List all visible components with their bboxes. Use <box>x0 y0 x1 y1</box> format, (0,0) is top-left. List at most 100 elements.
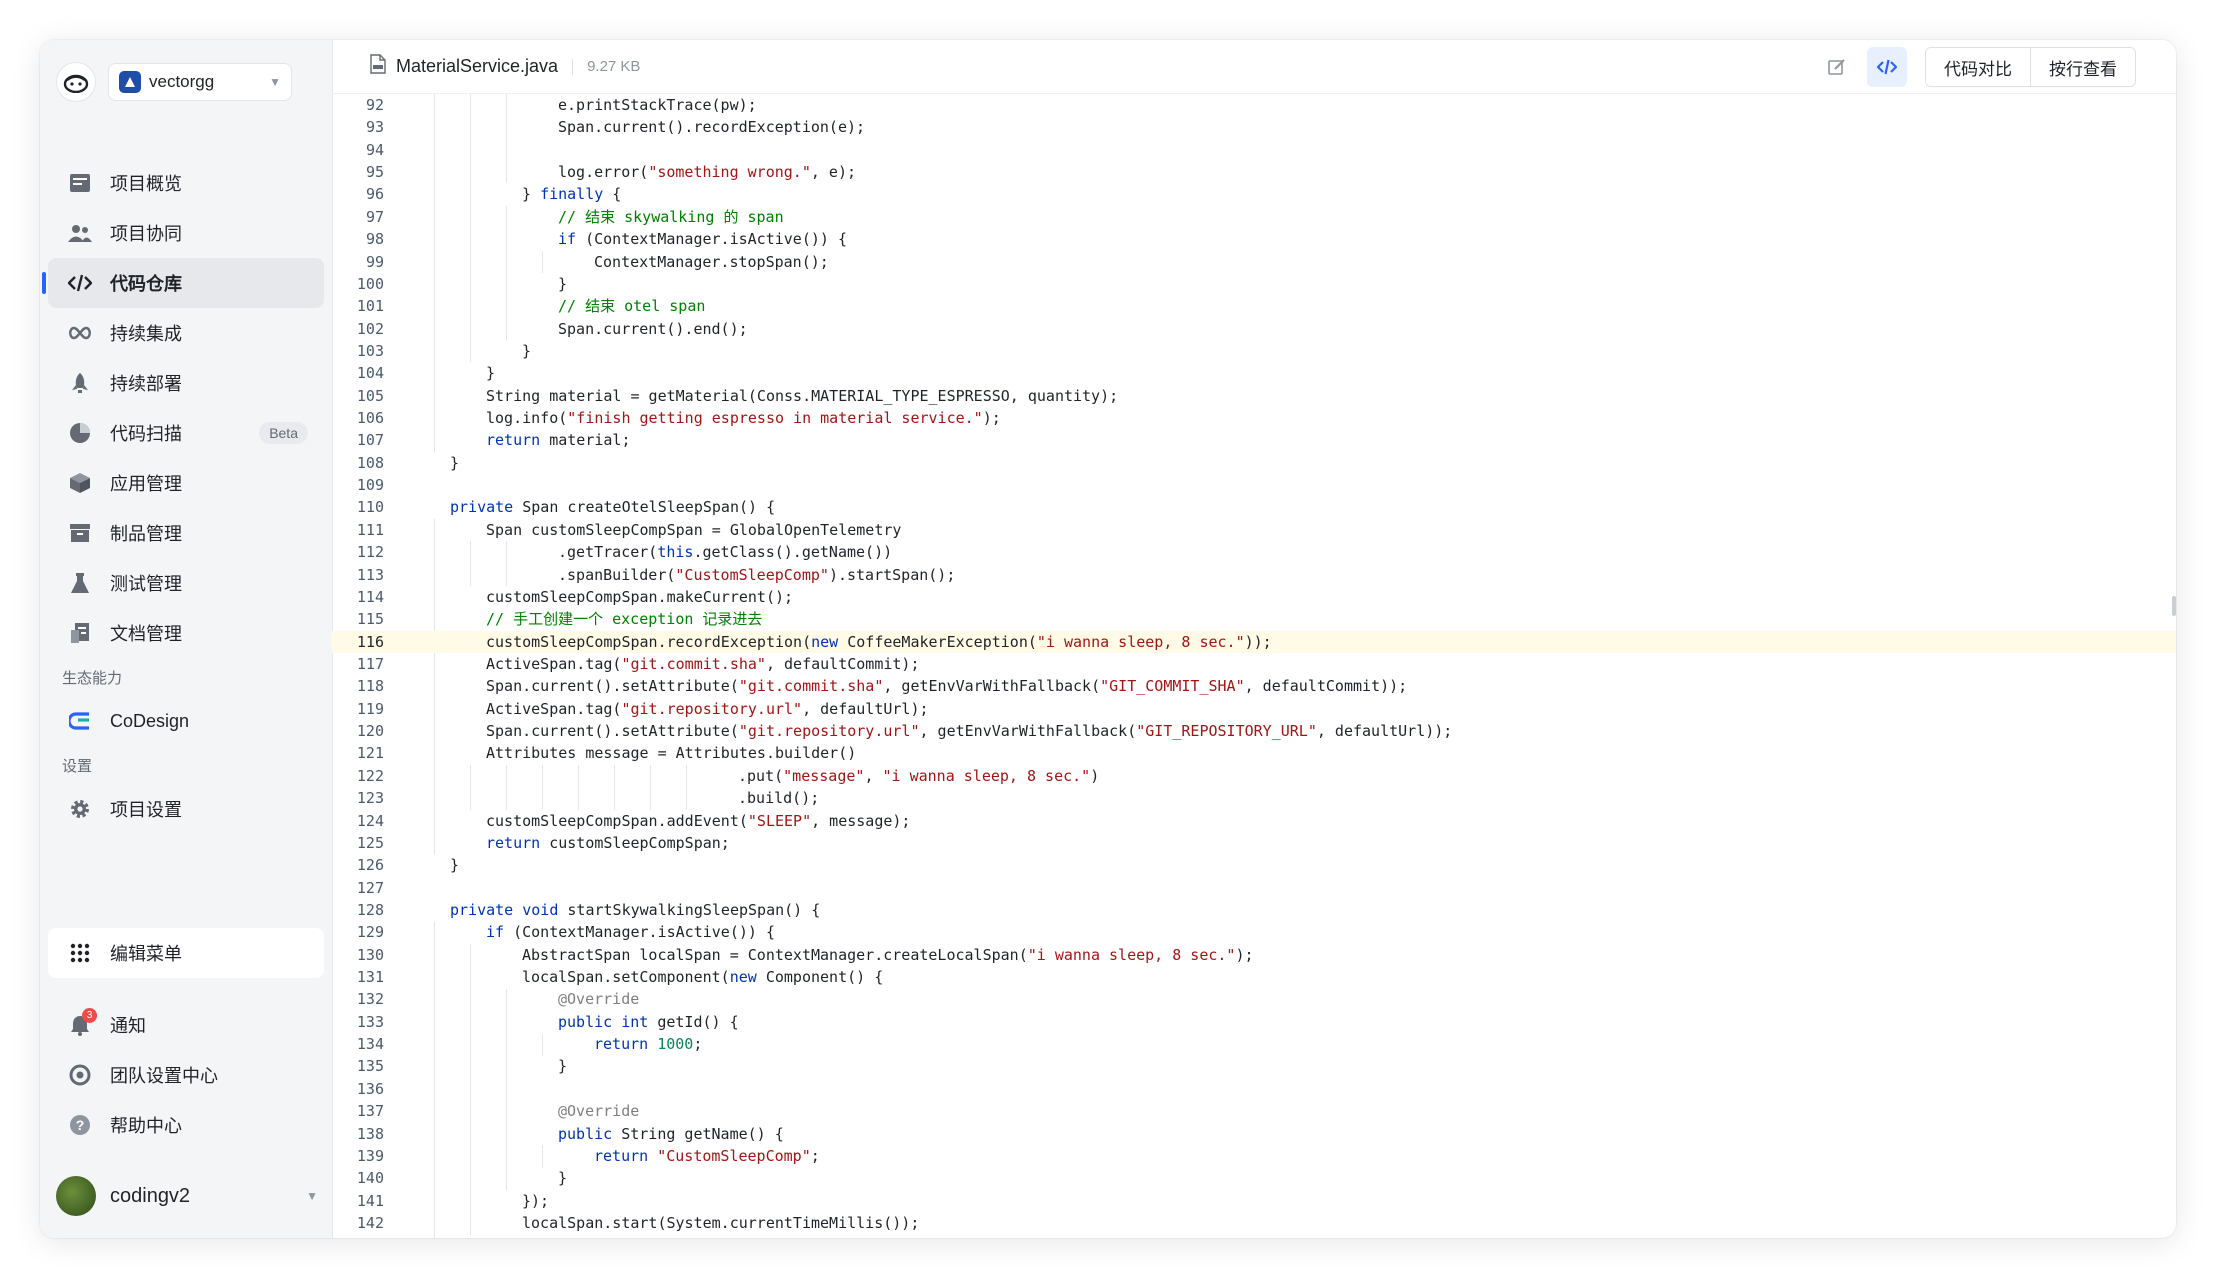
code-text: } <box>394 1234 495 1238</box>
code-token: int <box>621 1012 649 1031</box>
line-number[interactable]: 95 <box>332 161 394 183</box>
line-number[interactable]: 128 <box>332 899 394 921</box>
code-token: "i wanna sleep, 8 sec." <box>1036 632 1245 651</box>
sidebar-item-team-settings[interactable]: 团队设置中心 <box>48 1050 324 1100</box>
line-number[interactable]: 114 <box>332 586 394 608</box>
line-number[interactable]: 138 <box>332 1123 394 1145</box>
line-number[interactable]: 135 <box>332 1055 394 1077</box>
line-number[interactable]: 121 <box>332 742 394 764</box>
sidebar-item-cd[interactable]: 持续部署 <box>48 358 324 408</box>
line-number[interactable]: 99 <box>332 251 394 273</box>
sidebar-item-notifications[interactable]: 3 通知 <box>48 1000 324 1050</box>
line-number[interactable]: 113 <box>332 564 394 586</box>
line-number[interactable]: 116 <box>332 631 394 653</box>
code-text: } <box>394 452 459 474</box>
code-text: AbstractSpan localSpan = ContextManager.… <box>394 944 1254 966</box>
line-number[interactable]: 101 <box>332 295 394 317</box>
line-number[interactable]: 122 <box>332 765 394 787</box>
coding-logo-icon[interactable] <box>56 62 96 102</box>
line-number[interactable]: 124 <box>332 810 394 832</box>
code-line: 108} <box>332 452 2176 474</box>
line-number[interactable]: 125 <box>332 832 394 854</box>
code-token: material; <box>540 431 631 450</box>
code-token: .getClass().getName()) <box>693 543 893 562</box>
line-number[interactable]: 118 <box>332 675 394 697</box>
line-number[interactable]: 137 <box>332 1100 394 1122</box>
sidebar-item-collaboration[interactable]: 项目协同 <box>48 208 324 258</box>
code-token: Span.current().end(); <box>558 319 748 338</box>
sidebar-item-artifacts[interactable]: 制品管理 <box>48 508 324 558</box>
line-number[interactable]: 123 <box>332 787 394 809</box>
line-number[interactable]: 143 <box>332 1234 394 1238</box>
line-number[interactable]: 92 <box>332 94 394 116</box>
line-number[interactable]: 102 <box>332 318 394 340</box>
code-text: // 手工创建一个 exception 记录进去 <box>394 608 762 630</box>
line-number[interactable]: 141 <box>332 1190 394 1212</box>
scrollbar[interactable] <box>2172 596 2176 616</box>
line-number[interactable]: 139 <box>332 1145 394 1167</box>
line-number[interactable]: 127 <box>332 877 394 899</box>
code-token: customSleepCompSpan.addEvent( <box>486 811 748 830</box>
line-number[interactable]: 142 <box>332 1212 394 1234</box>
line-number[interactable]: 134 <box>332 1033 394 1055</box>
line-number[interactable]: 105 <box>332 385 394 407</box>
compare-button[interactable]: 代码对比 <box>1926 48 2030 86</box>
user-menu[interactable]: codingv2 ▼ <box>56 1174 318 1218</box>
code-line: 135} <box>332 1055 2176 1077</box>
line-number[interactable]: 132 <box>332 988 394 1010</box>
line-number[interactable]: 111 <box>332 519 394 541</box>
sidebar-item-app-management[interactable]: 应用管理 <box>48 458 324 508</box>
sidebar-item-testing[interactable]: 测试管理 <box>48 558 324 608</box>
infinity-icon <box>68 321 92 345</box>
source-view-icon[interactable] <box>1867 47 1907 87</box>
line-number[interactable]: 106 <box>332 407 394 429</box>
line-number[interactable]: 109 <box>332 474 394 496</box>
line-number[interactable]: 117 <box>332 653 394 675</box>
line-number[interactable]: 100 <box>332 273 394 295</box>
edit-icon[interactable] <box>1817 47 1857 87</box>
line-number[interactable]: 115 <box>332 608 394 630</box>
line-number[interactable]: 140 <box>332 1167 394 1189</box>
line-number[interactable]: 112 <box>332 541 394 563</box>
line-number[interactable]: 96 <box>332 183 394 205</box>
sidebar-item-codesign[interactable]: CoDesign <box>48 696 324 746</box>
line-number[interactable]: 108 <box>332 452 394 474</box>
code-text: Span.current().setAttribute("git.reposit… <box>394 720 1452 742</box>
sidebar-item-overview[interactable]: 项目概览 <box>48 158 324 208</box>
line-number[interactable]: 131 <box>332 966 394 988</box>
line-number[interactable]: 133 <box>332 1011 394 1033</box>
line-number[interactable]: 93 <box>332 116 394 138</box>
code-token: .build(); <box>738 789 820 808</box>
line-number[interactable]: 126 <box>332 854 394 876</box>
sidebar-item-code-scan[interactable]: 代码扫描 Beta <box>48 408 324 458</box>
line-number[interactable]: 94 <box>332 139 394 161</box>
line-number[interactable]: 120 <box>332 720 394 742</box>
sidebar-item-code-repo[interactable]: 代码仓库 <box>42 258 324 308</box>
code-line: 98 if (ContextManager.isActive()) { <box>332 228 2176 250</box>
line-number[interactable]: 129 <box>332 921 394 943</box>
code-text: localSpan.setComponent(new Component() { <box>394 966 883 988</box>
sidebar-item-ci[interactable]: 持续集成 <box>48 308 324 358</box>
line-number[interactable]: 97 <box>332 206 394 228</box>
line-number[interactable]: 98 <box>332 228 394 250</box>
code-token: } <box>486 1236 495 1238</box>
line-number[interactable]: 103 <box>332 340 394 362</box>
blame-button[interactable]: 按行查看 <box>2030 48 2135 86</box>
line-number[interactable]: 119 <box>332 698 394 720</box>
beta-badge: Beta <box>259 422 308 444</box>
line-number[interactable]: 136 <box>332 1078 394 1100</box>
code-text: // 结束 skywalking 的 span <box>394 206 784 228</box>
line-number[interactable]: 104 <box>332 362 394 384</box>
sidebar-item-docs[interactable]: 文档管理 <box>48 608 324 658</box>
line-number[interactable]: 130 <box>332 944 394 966</box>
sidebar-item-project-settings[interactable]: 项目设置 <box>48 784 324 834</box>
sidebar-item-help[interactable]: ? 帮助中心 <box>48 1100 324 1150</box>
line-number[interactable]: 107 <box>332 429 394 451</box>
line-number[interactable]: 110 <box>332 496 394 518</box>
workspace-selector[interactable]: vectorgg ▼ <box>108 63 292 101</box>
file-toolbar: 代码对比 按行查看 <box>1817 40 2136 94</box>
edit-menu-button[interactable]: 编辑菜单 <box>48 928 324 978</box>
code-line: 120 Span.current().setAttribute("git.repo… <box>332 720 2176 742</box>
sidebar-item-label: 持续集成 <box>110 324 182 344</box>
